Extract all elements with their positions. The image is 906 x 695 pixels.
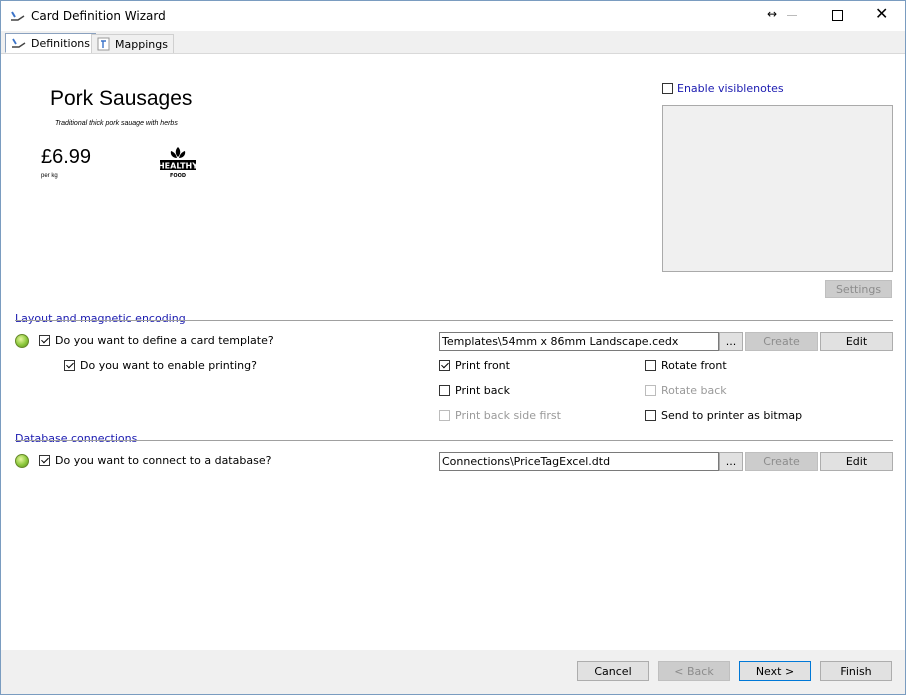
enable-printing-row[interactable]: Do you want to enable printing? <box>64 359 257 372</box>
send-bitmap-checkbox[interactable] <box>645 410 656 421</box>
send-bitmap-row[interactable]: Send to printer as bitmap <box>645 409 802 422</box>
layout-group-title: Layout and magnetic encoding <box>15 312 186 325</box>
db-status-ok-icon <box>15 454 29 468</box>
print-back-first-label: Print back side first <box>455 409 561 422</box>
layout-group-divider <box>15 320 893 321</box>
template-path-field[interactable]: Templates\54mm x 86mm Landscape.cedx <box>439 332 719 351</box>
enable-printing-label: Do you want to enable printing? <box>80 359 257 372</box>
enable-notes-row[interactable]: Enable visiblenotes <box>662 82 784 95</box>
minimize-button[interactable] <box>787 15 797 16</box>
define-template-row[interactable]: Do you want to define a card template? <box>39 334 274 347</box>
settings-button[interactable]: Settings <box>825 280 892 298</box>
resize-icon[interactable]: ↔ <box>767 7 777 21</box>
definitions-page: Pork Sausages Traditional thick pork sau… <box>1 54 905 650</box>
define-template-checkbox[interactable] <box>39 335 50 346</box>
wizard-icon <box>12 38 26 48</box>
connection-edit-button[interactable]: Edit <box>820 452 893 471</box>
connection-path-field[interactable]: Connections\PriceTagExcel.dtd <box>439 452 719 471</box>
connect-db-checkbox[interactable] <box>39 455 50 466</box>
rotate-front-row[interactable]: Rotate front <box>645 359 727 372</box>
enable-notes-label: Enable visiblenotes <box>677 82 784 95</box>
wizard-footer: Cancel < Back Next > Finish <box>1 650 905 694</box>
rotate-back-row[interactable]: Rotate back <box>645 384 727 397</box>
print-front-label: Print front <box>455 359 510 372</box>
print-front-row[interactable]: Print front <box>439 359 510 372</box>
print-back-label: Print back <box>455 384 510 397</box>
rotate-front-checkbox[interactable] <box>645 360 656 371</box>
product-price: £6.99 <box>41 146 92 168</box>
card-definition-wizard-window: Card Definition Wizard ↔ ✕ Definitions M… <box>0 0 906 695</box>
connection-browse-button[interactable]: ... <box>719 452 743 471</box>
connect-db-row[interactable]: Do you want to connect to a database? <box>39 454 271 467</box>
title-bar: Card Definition Wizard ↔ ✕ <box>1 1 905 31</box>
finish-button[interactable]: Finish <box>820 661 892 681</box>
print-back-first-checkbox[interactable] <box>439 410 450 421</box>
rotate-back-label: Rotate back <box>661 384 727 397</box>
tab-mappings[interactable]: Mappings <box>91 34 174 53</box>
define-template-label: Do you want to define a card template? <box>55 334 274 347</box>
print-back-checkbox[interactable] <box>439 385 450 396</box>
cancel-button[interactable]: Cancel <box>577 661 649 681</box>
template-create-button[interactable]: Create <box>745 332 818 351</box>
window-title: Card Definition Wizard <box>31 9 166 23</box>
send-bitmap-label: Send to printer as bitmap <box>661 409 803 422</box>
print-back-first-row[interactable]: Print back side first <box>439 409 561 422</box>
rotate-front-label: Rotate front <box>661 359 727 372</box>
layout-status-ok-icon <box>15 334 29 348</box>
badge-text-top: HEALTHY <box>158 162 198 171</box>
enable-printing-checkbox[interactable] <box>64 360 75 371</box>
wizard-app-icon <box>11 11 25 21</box>
healthy-food-icon: HEALTHY FOOD <box>158 147 198 179</box>
tab-definitions-label: Definitions <box>31 36 90 50</box>
enable-notes-checkbox[interactable] <box>662 83 673 94</box>
template-browse-button[interactable]: ... <box>719 332 743 351</box>
next-button[interactable]: Next > <box>739 661 811 681</box>
product-description: Traditional thick pork sauage with herbs <box>55 120 178 127</box>
print-back-row[interactable]: Print back <box>439 384 510 397</box>
close-button[interactable]: ✕ <box>875 6 888 22</box>
connection-create-button[interactable]: Create <box>745 452 818 471</box>
back-button[interactable]: < Back <box>658 661 730 681</box>
price-unit: per kg <box>41 173 58 179</box>
mappings-icon <box>97 37 110 51</box>
tab-strip: Definitions Mappings <box>1 31 905 54</box>
product-name: Pork Sausages <box>50 87 193 110</box>
card-preview: Pork Sausages Traditional thick pork sau… <box>31 82 251 192</box>
print-front-checkbox[interactable] <box>439 360 450 371</box>
badge-text-bottom: FOOD <box>170 173 186 179</box>
tab-mappings-label: Mappings <box>115 37 168 51</box>
notes-area <box>662 105 893 272</box>
template-edit-button[interactable]: Edit <box>820 332 893 351</box>
maximize-button[interactable] <box>832 10 843 21</box>
db-group-title: Database connections <box>15 432 138 445</box>
tab-definitions[interactable]: Definitions <box>5 33 96 53</box>
db-group-divider <box>15 440 893 441</box>
connect-db-label: Do you want to connect to a database? <box>55 454 272 467</box>
rotate-back-checkbox[interactable] <box>645 385 656 396</box>
